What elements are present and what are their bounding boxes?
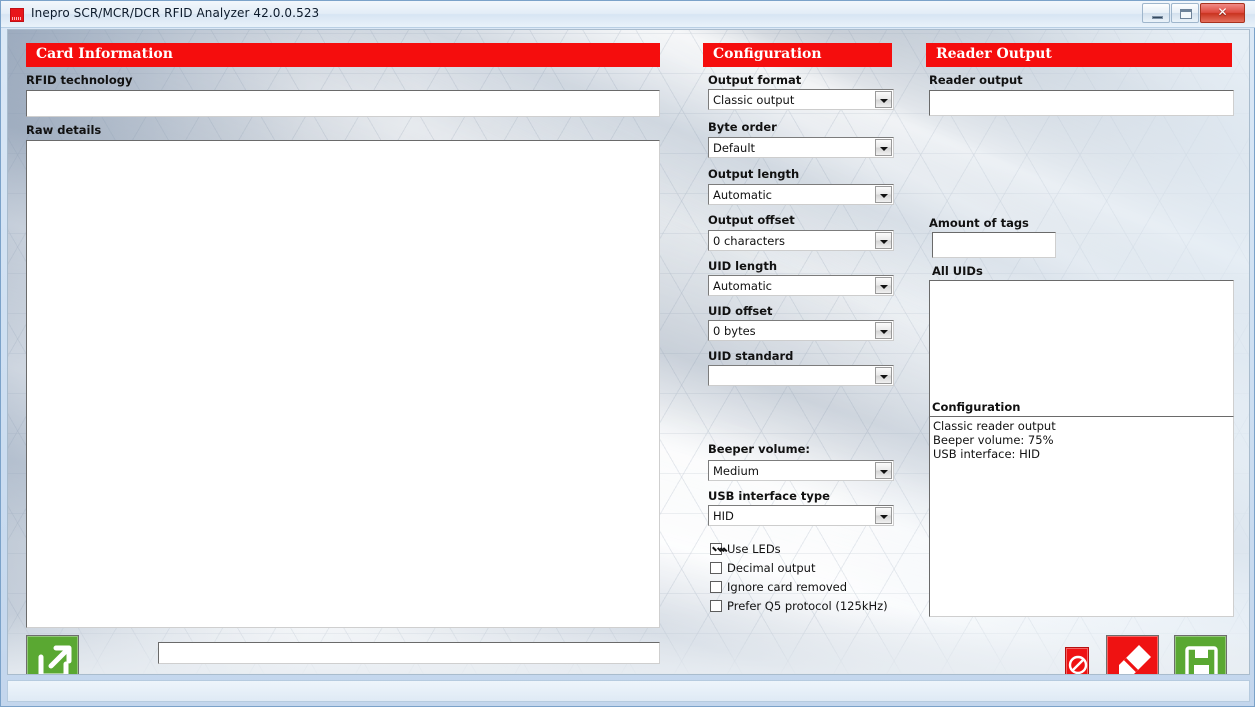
checkbox-icon[interactable] [710, 581, 722, 593]
beeper-volume-select[interactable]: Medium [708, 460, 894, 481]
all-uids-label: All UIDs [932, 264, 983, 278]
save-button[interactable] [1174, 635, 1227, 675]
usb-interface-label: USB interface type [708, 489, 830, 503]
output-format-value: Classic output [713, 93, 794, 107]
reader-output-label: Reader output [929, 73, 1023, 87]
stop-button[interactable] [1065, 647, 1089, 675]
checkbox-icon[interactable] [710, 543, 722, 555]
checkbox-label: Decimal output [727, 561, 815, 575]
export-button[interactable] [26, 635, 79, 675]
maximize-button[interactable] [1171, 3, 1199, 23]
output-length-value: Automatic [713, 188, 772, 202]
checkbox-icon[interactable] [710, 562, 722, 574]
beeper-volume-value: Medium [713, 464, 759, 478]
app-icon [10, 8, 24, 22]
reader-output-input[interactable] [929, 90, 1234, 116]
byte-order-select[interactable]: Default [708, 137, 894, 158]
rfid-technology-label: RFID technology [26, 73, 133, 87]
output-format-label: Output format [708, 73, 801, 87]
application-window: Inepro SCR/MCR/DCR RFID Analyzer 42.0.0.… [0, 0, 1255, 707]
chevron-down-icon[interactable] [875, 507, 892, 524]
output-offset-label: Output offset [708, 213, 795, 227]
minimize-icon [1152, 16, 1163, 19]
amount-of-tags-label: Amount of tags [929, 216, 1029, 230]
uid-length-label: UID length [708, 259, 777, 273]
chevron-down-icon[interactable] [875, 367, 892, 384]
usb-interface-value: HID [713, 509, 734, 523]
byte-order-value: Default [713, 141, 755, 155]
checkbox-icon[interactable] [710, 600, 722, 612]
output-length-label: Output length [708, 167, 799, 181]
close-button[interactable]: ✕ [1200, 3, 1245, 23]
client-area: Card Information RFID technology Raw det… [7, 29, 1250, 675]
card-bottom-input[interactable] [158, 642, 660, 664]
output-length-select[interactable]: Automatic [708, 184, 894, 205]
chevron-down-icon[interactable] [875, 232, 892, 249]
uid-offset-value: 0 bytes [713, 324, 756, 338]
checkbox-label: Use LEDs [727, 542, 781, 556]
output-offset-select[interactable]: 0 characters [708, 230, 894, 251]
uid-standard-label: UID standard [708, 349, 793, 363]
close-icon: ✕ [1201, 5, 1244, 19]
chevron-down-icon[interactable] [875, 139, 892, 156]
chevron-down-icon[interactable] [875, 91, 892, 108]
checkbox-label: Prefer Q5 protocol (125kHz) [727, 599, 888, 613]
chevron-down-icon[interactable] [875, 277, 892, 294]
uid-standard-select[interactable] [708, 365, 894, 386]
raw-details-textarea[interactable] [26, 140, 660, 628]
uid-offset-select[interactable]: 0 bytes [708, 320, 894, 341]
chevron-down-icon[interactable] [875, 186, 892, 203]
byte-order-label: Byte order [708, 120, 777, 134]
chevron-down-icon[interactable] [875, 322, 892, 339]
raw-details-label: Raw details [26, 123, 101, 137]
uid-length-select[interactable]: Automatic [708, 275, 894, 296]
configuration-summary-textarea: Classic reader output Beeper volume: 75%… [929, 416, 1234, 617]
usb-interface-select[interactable]: HID [708, 505, 894, 526]
window-title: Inepro SCR/MCR/DCR RFID Analyzer 42.0.0.… [31, 6, 319, 20]
configuration-header: Configuration [703, 43, 892, 67]
save-floppy-icon [1175, 636, 1228, 675]
maximize-icon [1180, 9, 1192, 19]
clear-button[interactable] [1106, 635, 1159, 675]
eraser-icon [1107, 636, 1160, 675]
chevron-down-icon[interactable] [875, 462, 892, 479]
minimize-button[interactable] [1142, 3, 1170, 23]
title-bar: Inepro SCR/MCR/DCR RFID Analyzer 42.0.0.… [1, 1, 1255, 28]
status-bar [7, 680, 1250, 702]
beeper-volume-label: Beeper volume: [708, 442, 810, 456]
uid-length-value: Automatic [713, 279, 772, 293]
output-offset-value: 0 characters [713, 234, 785, 248]
export-icon [27, 636, 80, 675]
card-information-header: Card Information [26, 43, 660, 67]
output-format-select[interactable]: Classic output [708, 89, 894, 110]
amount-of-tags-input[interactable] [932, 232, 1056, 258]
rfid-technology-input[interactable] [26, 90, 660, 117]
reader-output-header: Reader Output [926, 43, 1232, 67]
checkbox-label: Ignore card removed [727, 580, 847, 594]
no-entry-icon [1066, 648, 1090, 675]
uid-offset-label: UID offset [708, 304, 773, 318]
configuration-summary-label: Configuration [932, 400, 1020, 414]
